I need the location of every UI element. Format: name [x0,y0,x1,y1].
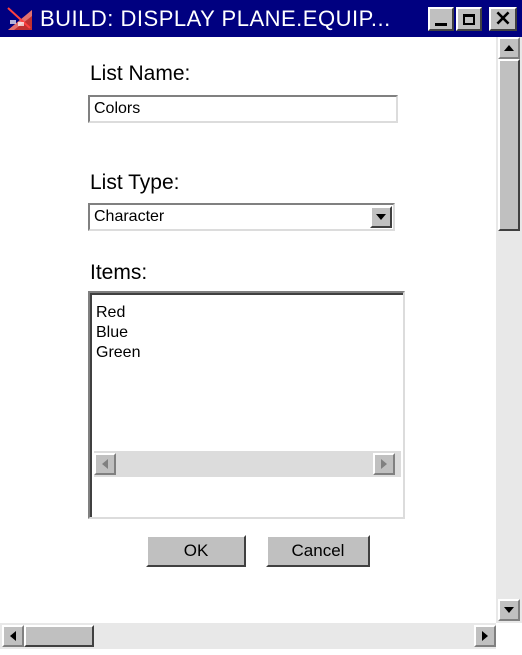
ok-button[interactable]: OK [146,535,246,567]
maximize-icon [463,13,475,25]
window-vertical-scrollbar[interactable] [496,37,522,623]
scroll-down-button[interactable] [498,599,520,621]
close-button[interactable]: × [489,7,517,31]
build-app-icon [7,7,32,30]
list-item[interactable]: Green [96,343,140,363]
arrow-left-icon [10,631,16,641]
list-type-label: List Type: [90,171,180,194]
title-bar[interactable]: BUILD: DISPLAY PLANE.EQUIP... × [0,0,522,37]
arrow-up-icon [504,45,514,51]
items-list-area: Red Blue Green [90,293,403,517]
list-name-label: List Name: [90,62,191,85]
list-item[interactable]: Blue [96,323,128,343]
dialog-window: BUILD: DISPLAY PLANE.EQUIP... × List Nam… [0,0,522,655]
minimize-icon [435,22,447,26]
vertical-scroll-thumb[interactable] [498,59,520,231]
arrow-down-icon [504,607,514,613]
horizontal-scroll-thumb[interactable] [24,625,94,647]
window-scroll-left-button[interactable] [2,625,24,647]
items-horizontal-scrollbar[interactable] [94,451,401,477]
list-type-value: Character [94,208,165,225]
window-horizontal-scrollbar[interactable] [0,623,496,649]
list-name-input[interactable]: Colors [88,95,398,123]
list-type-select[interactable]: Character [88,203,395,231]
scrollbar-corner [496,623,522,655]
list-item[interactable]: Red [96,303,125,323]
items-listbox[interactable]: Red Blue Green [88,291,405,519]
arrow-right-icon [482,631,488,641]
maximize-button[interactable] [456,7,482,31]
arrow-right-icon [381,459,387,469]
scroll-left-button[interactable] [94,453,116,475]
window-title: BUILD: DISPLAY PLANE.EQUIP... [40,6,391,31]
chevron-down-icon [376,214,386,220]
minimize-button[interactable] [428,7,454,31]
dropdown-button[interactable] [370,206,392,228]
close-icon: × [493,6,513,31]
arrow-left-icon [102,459,108,469]
scroll-up-button[interactable] [498,37,520,59]
window-scroll-right-button[interactable] [474,625,496,647]
dialog-body: List Name: Colors List Type: Character I… [0,37,522,655]
items-label: Items: [90,261,148,284]
cancel-button[interactable]: Cancel [266,535,370,567]
scroll-right-button[interactable] [373,453,395,475]
